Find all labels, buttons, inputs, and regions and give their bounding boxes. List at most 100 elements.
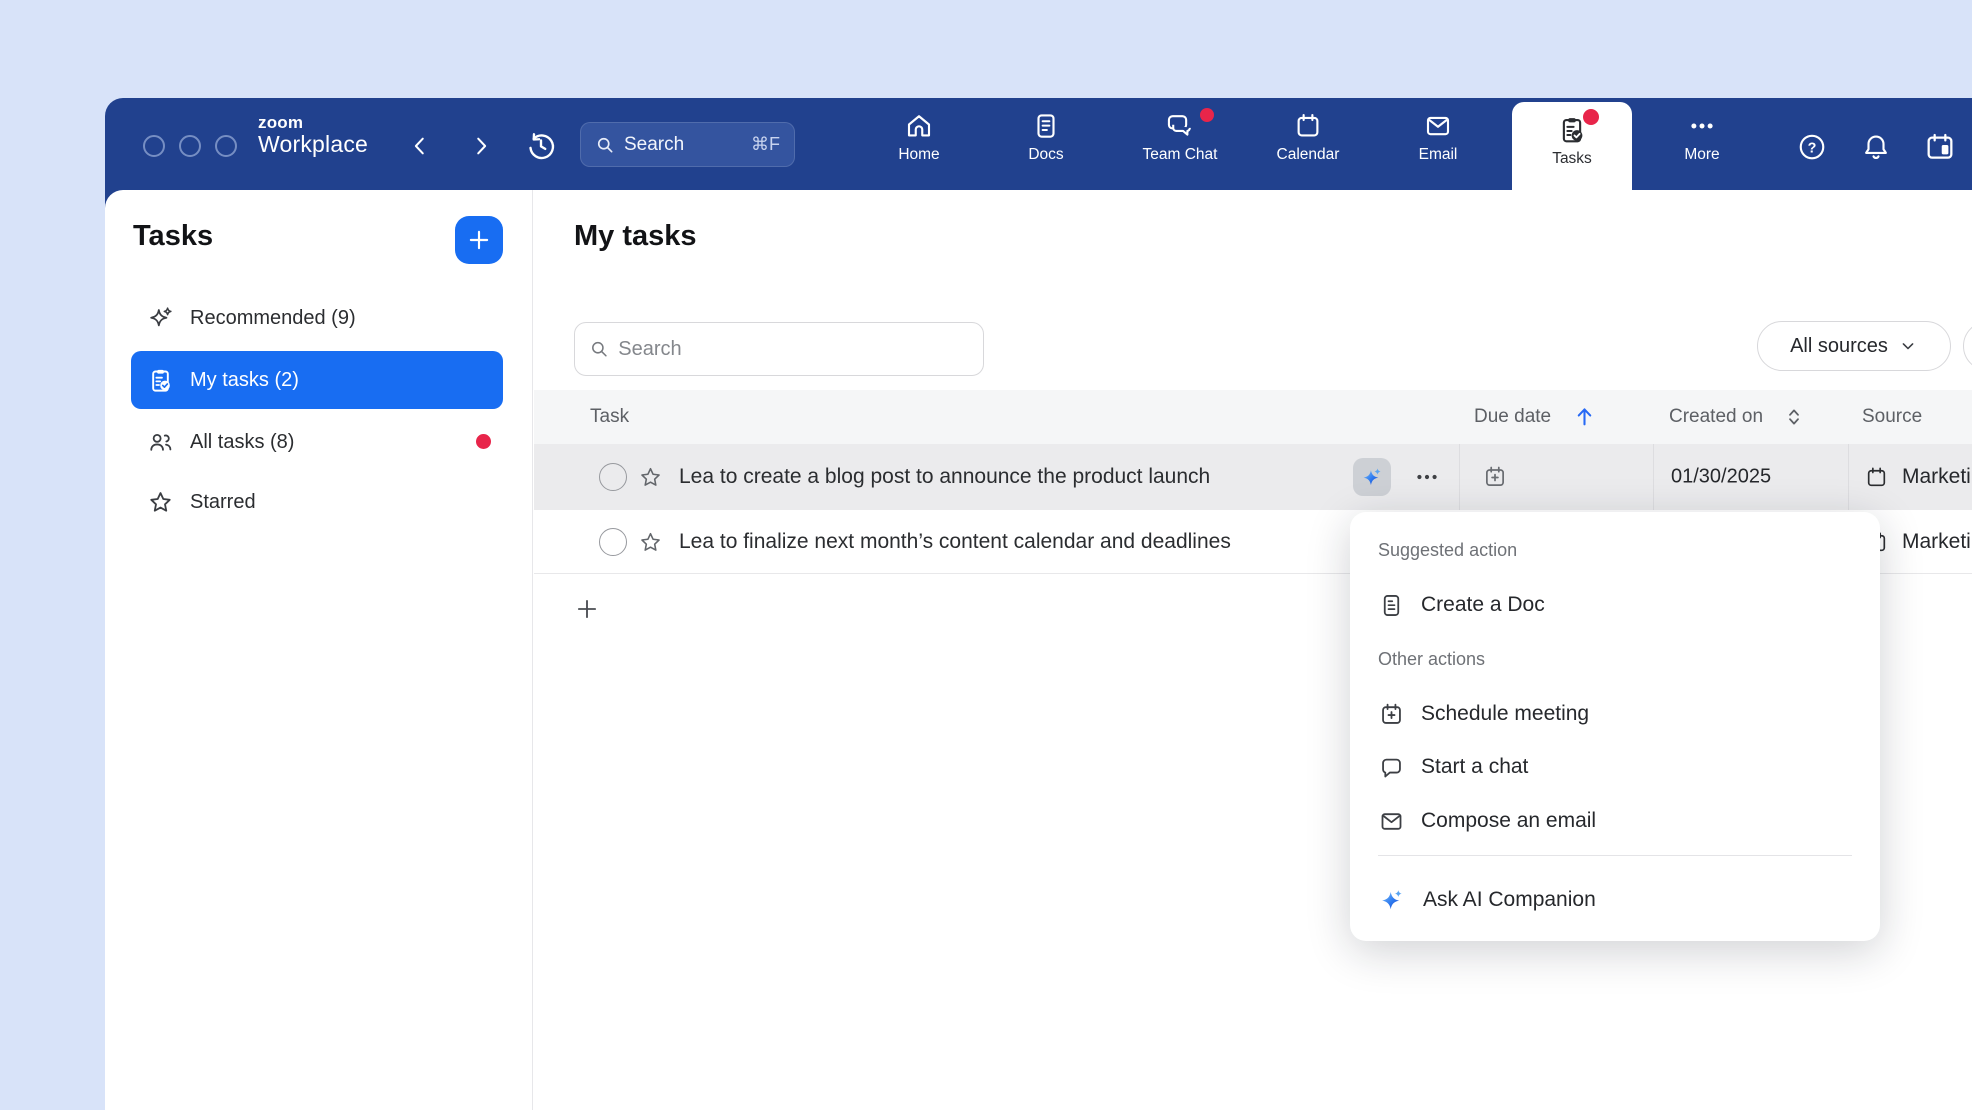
email-icon: [1423, 111, 1453, 141]
table-row[interactable]: Lea to create a blog post to announce th…: [534, 444, 1972, 510]
history-icon: [526, 131, 556, 161]
people-icon: [147, 429, 174, 456]
menu-item-compose-email[interactable]: Compose an email: [1378, 801, 1852, 841]
add-task-inline-button[interactable]: [574, 584, 614, 634]
table-header: Task Due date Created on Source: [534, 390, 1972, 444]
add-due-date-button[interactable]: [1482, 464, 1508, 490]
sidebar-item-recommended[interactable]: Recommended (9): [131, 290, 503, 346]
nav-tasks-active-tab[interactable]: Tasks: [1512, 102, 1632, 190]
search-icon: [595, 135, 615, 155]
search-icon: [589, 338, 609, 360]
chat-bubble-icon: [1378, 754, 1405, 781]
menu-item-ask-ai-companion[interactable]: Ask AI Companion: [1378, 880, 1852, 920]
task-more-actions-button[interactable]: [1413, 463, 1441, 491]
logo-workplace-text: Workplace: [258, 132, 368, 156]
sidebar-item-my-tasks[interactable]: My tasks (2): [131, 351, 503, 409]
task-complete-checkbox[interactable]: [599, 463, 627, 491]
sort-ascending-icon[interactable]: [1572, 404, 1597, 429]
sort-both-icon[interactable]: [1782, 405, 1806, 429]
column-created-on[interactable]: Created on: [1669, 406, 1763, 428]
nav-docs[interactable]: Docs: [990, 98, 1102, 190]
source-value: Marketing: [1902, 465, 1972, 489]
menu-item-create-doc[interactable]: Create a Doc: [1378, 585, 1852, 625]
app-window: zoom Workplace Search ⌘F Home: [105, 98, 1972, 1110]
svg-text:?: ?: [1808, 140, 1817, 156]
nav-email[interactable]: Email: [1382, 98, 1494, 190]
plus-icon: [466, 227, 492, 253]
add-task-button[interactable]: [455, 216, 503, 264]
chevron-down-icon: [1898, 336, 1918, 356]
clipped-filter-button[interactable]: [1963, 321, 1972, 371]
nav-home-label: Home: [898, 146, 939, 164]
zoom-workplace-logo: zoom Workplace: [258, 114, 368, 156]
search-shortcut-hint: ⌘F: [751, 134, 780, 155]
task-search-field[interactable]: [574, 322, 984, 376]
sidebar-title: Tasks: [133, 220, 213, 253]
column-source[interactable]: Source: [1862, 406, 1922, 428]
star-task-button[interactable]: [638, 465, 663, 490]
star-icon: [638, 465, 663, 490]
team-chat-icon: [1164, 111, 1196, 141]
all-tasks-badge: [476, 434, 491, 449]
email-icon: [1378, 808, 1405, 835]
task-search-input[interactable]: [618, 338, 969, 361]
schedule-panel-button[interactable]: [1923, 130, 1957, 164]
nav-email-label: Email: [1419, 146, 1458, 164]
source-value: Marketing: [1902, 530, 1972, 554]
column-task[interactable]: Task: [590, 406, 629, 428]
nav-home[interactable]: Home: [863, 98, 975, 190]
task-complete-checkbox[interactable]: [599, 528, 627, 556]
task-title[interactable]: Lea to finalize next month’s content cal…: [679, 530, 1231, 554]
menu-item-label: Compose an email: [1421, 809, 1596, 833]
bell-icon: [1861, 132, 1891, 162]
global-search-input[interactable]: Search ⌘F: [580, 122, 795, 167]
tasks-badge: [1583, 109, 1599, 125]
help-button[interactable]: ?: [1795, 130, 1829, 164]
sidebar-item-starred[interactable]: Starred: [131, 474, 503, 530]
sidebar-item-label: Recommended (9): [190, 307, 356, 330]
calendar-icon: [1293, 111, 1323, 141]
menu-item-start-chat[interactable]: Start a chat: [1378, 747, 1852, 787]
window-close-button[interactable]: [143, 135, 165, 157]
docs-icon: [1031, 111, 1061, 141]
calendar-plus-icon: [1378, 701, 1405, 728]
ai-companion-action-button[interactable]: [1353, 458, 1391, 496]
column-due-date[interactable]: Due date: [1474, 406, 1551, 428]
logo-zoom-text: zoom: [258, 114, 368, 132]
menu-section-label: Suggested action: [1378, 540, 1517, 561]
menu-section-label: Other actions: [1378, 649, 1485, 670]
sidebar-item-all-tasks[interactable]: All tasks (8): [131, 414, 503, 470]
back-button[interactable]: [402, 128, 438, 164]
task-title[interactable]: Lea to create a blog post to announce th…: [679, 465, 1210, 489]
star-task-button[interactable]: [638, 530, 663, 555]
window-zoom-button[interactable]: [215, 135, 237, 157]
nav-calendar[interactable]: Calendar: [1252, 98, 1364, 190]
menu-item-schedule-meeting[interactable]: Schedule meeting: [1378, 694, 1852, 734]
cell-divider: [1459, 444, 1460, 510]
more-icon: [1687, 111, 1717, 141]
cell-divider: [1848, 444, 1849, 510]
chevron-right-icon: [470, 135, 492, 157]
ai-sparkle-icon: [1360, 465, 1385, 490]
calendar-panel-icon: [1924, 131, 1956, 163]
page-title: My tasks: [574, 220, 697, 253]
notifications-button[interactable]: [1859, 130, 1893, 164]
sparkle-icon: [147, 305, 174, 332]
team-chat-badge: [1200, 108, 1214, 122]
sources-filter-value: All sources: [1790, 335, 1888, 358]
sources-filter-dropdown[interactable]: All sources: [1757, 321, 1951, 371]
nav-docs-label: Docs: [1028, 146, 1063, 164]
nav-more-label: More: [1684, 146, 1719, 164]
menu-item-label: Ask AI Companion: [1423, 888, 1596, 912]
nav-team-chat-label: Team Chat: [1143, 146, 1218, 164]
my-tasks-panel: My tasks All sources Task Due date Creat…: [534, 190, 1972, 1110]
forward-button[interactable]: [463, 128, 499, 164]
nav-more[interactable]: More: [1646, 98, 1758, 190]
nav-team-chat[interactable]: Team Chat: [1124, 98, 1236, 190]
menu-item-label: Schedule meeting: [1421, 702, 1589, 726]
nav-calendar-label: Calendar: [1277, 146, 1340, 164]
doc-icon: [1378, 592, 1405, 619]
window-minimize-button[interactable]: [179, 135, 201, 157]
history-button[interactable]: [523, 128, 559, 164]
help-icon: ?: [1797, 132, 1827, 162]
